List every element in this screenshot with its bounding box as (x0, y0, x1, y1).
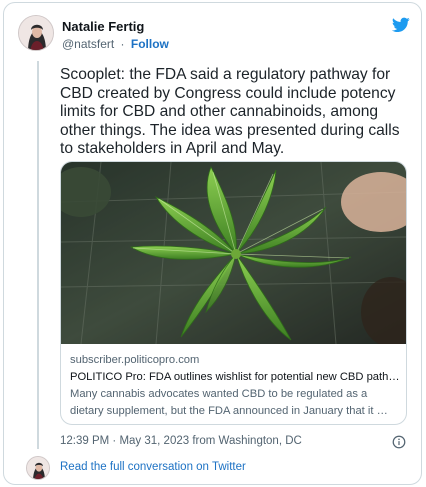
tweet-embed-card[interactable]: Natalie Fertig @natsfert · Follow Scoopl… (3, 2, 422, 485)
thread-line (37, 61, 39, 449)
tweet-timestamp[interactable]: 12:39 PM · May 31, 2023 from Washington,… (60, 435, 302, 447)
link-preview-image[interactable] (61, 162, 407, 344)
footer-avatar[interactable] (26, 456, 50, 480)
author-name[interactable]: Natalie Fertig (62, 19, 144, 34)
tweet-header: Natalie Fertig @natsfert · Follow (18, 15, 410, 55)
tweet-text: Scooplet: the FDA said a regulatory path… (60, 66, 400, 157)
link-preview-card[interactable]: subscriber.politicopro.com POLITICO Pro:… (60, 161, 407, 425)
info-icon[interactable] (392, 435, 406, 449)
link-preview-body: subscriber.politicopro.com POLITICO Pro:… (70, 352, 400, 420)
link-domain: subscriber.politicopro.com (70, 354, 200, 366)
author-handle[interactable]: @natsfert (62, 37, 114, 51)
link-description: Many cannabis advocates wanted CBD to be… (70, 388, 388, 417)
conversation-footer: Read the full conversation on Twitter (24, 455, 404, 480)
read-conversation-link[interactable]: Read the full conversation on Twitter (60, 461, 246, 473)
follow-button[interactable]: Follow (131, 37, 169, 51)
separator-dot: · (120, 37, 125, 51)
twitter-bird-icon[interactable] (392, 17, 410, 33)
link-title[interactable]: POLITICO Pro: FDA outlines wishlist for … (70, 369, 400, 386)
author-avatar[interactable] (18, 15, 54, 51)
author-handle-row: @natsfert · Follow (62, 37, 169, 51)
tweet-meta-row: 12:39 PM · May 31, 2023 from Washington,… (60, 435, 410, 451)
